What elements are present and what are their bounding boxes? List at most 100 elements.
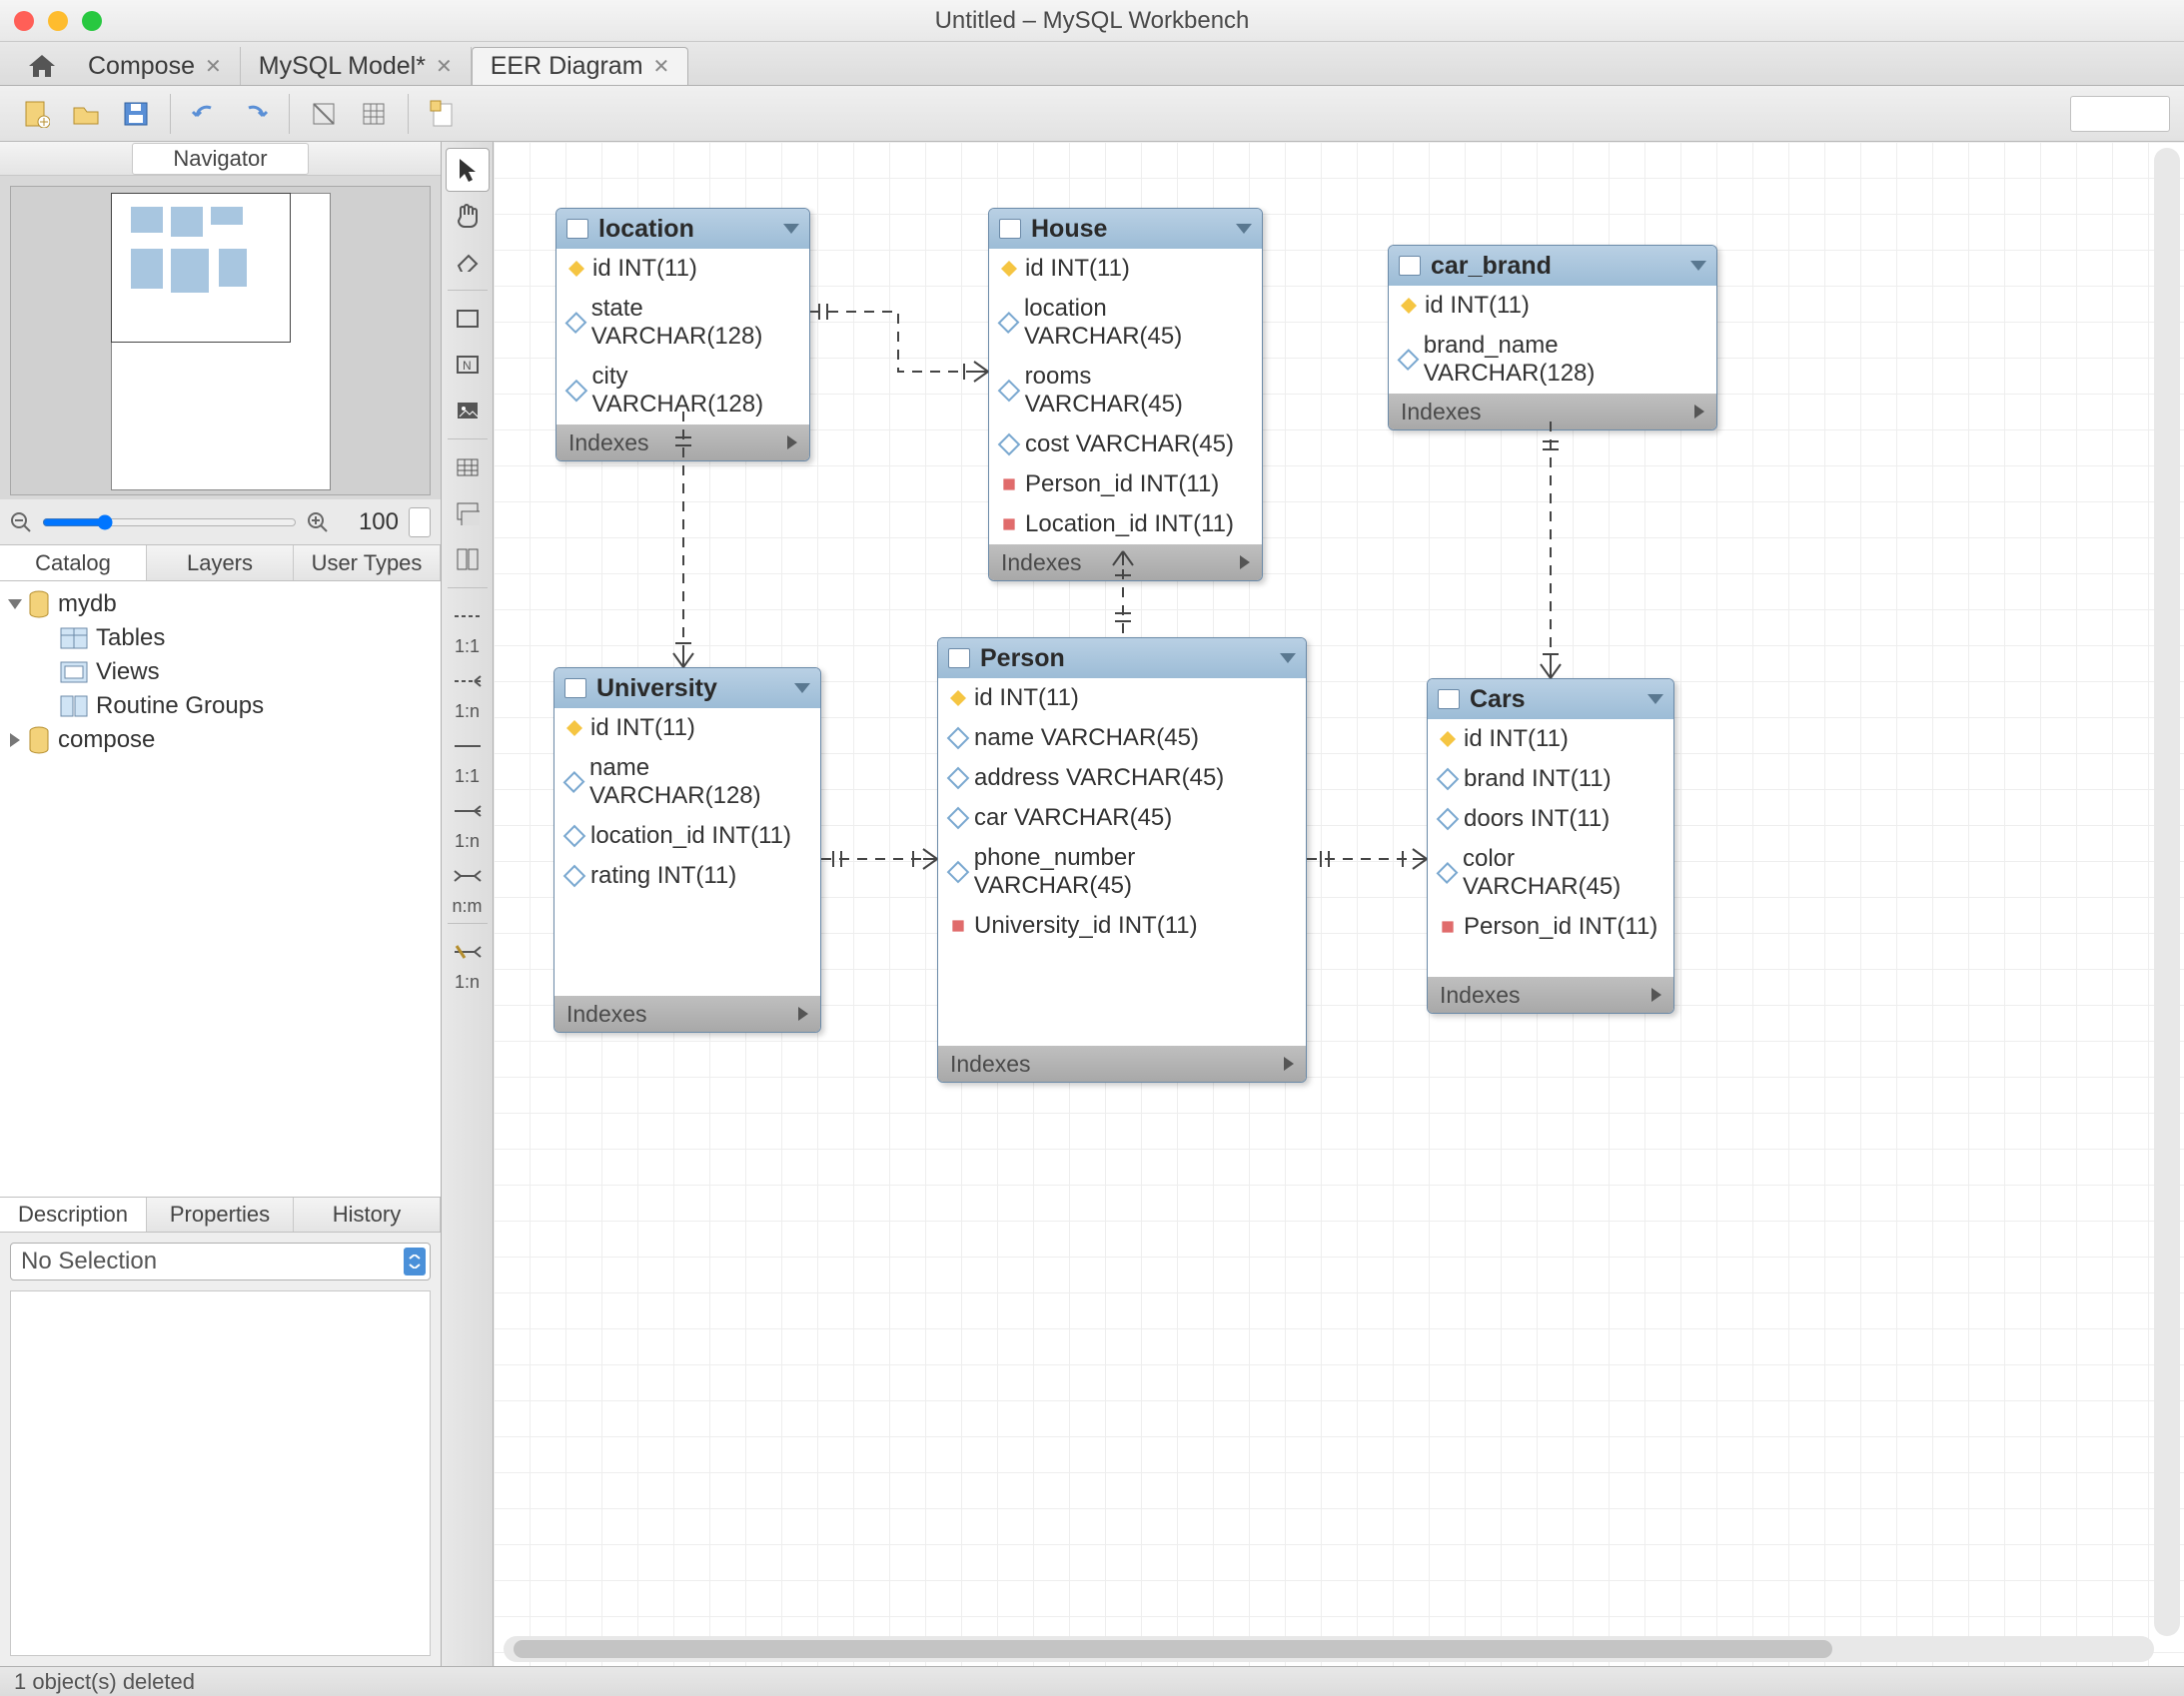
vertical-scrollbar[interactable] xyxy=(2154,148,2180,1636)
rel-1-1-ident-tool[interactable] xyxy=(446,724,490,768)
entity-indexes[interactable]: Indexes xyxy=(1428,977,1673,1013)
column-text: brand INT(11) xyxy=(1464,765,1612,793)
zoom-in-icon[interactable] xyxy=(307,511,329,533)
tab-layers[interactable]: Layers xyxy=(147,545,294,580)
tab-label: Compose xyxy=(88,52,195,81)
entity-cars[interactable]: Cars id INT(11)brand INT(11)doors INT(11… xyxy=(1427,678,1674,1014)
column-icon xyxy=(1398,349,1420,371)
column-row: phone_number VARCHAR(45) xyxy=(938,838,1306,906)
chevron-down-icon[interactable] xyxy=(1236,224,1252,234)
zoom-slider[interactable] xyxy=(42,514,297,530)
tab-eer-diagram[interactable]: EER Diagram ✕ xyxy=(472,47,689,85)
layer-tool[interactable] xyxy=(446,297,490,341)
views-icon xyxy=(60,661,88,683)
rel-1-1-nonident-tool[interactable] xyxy=(446,594,490,638)
window-title: Untitled – MySQL Workbench xyxy=(0,7,2184,35)
home-tab[interactable] xyxy=(14,47,70,85)
pointer-tool[interactable] xyxy=(446,148,490,192)
rel-1-n-ident-tool[interactable] xyxy=(446,789,490,833)
rel-n-m-tool[interactable] xyxy=(446,854,490,898)
rel-icon xyxy=(453,608,483,624)
zoom-value: 100 xyxy=(339,508,399,536)
entity-university[interactable]: University id INT(11)name VARCHAR(128)lo… xyxy=(553,667,821,1033)
tab-label: MySQL Model* xyxy=(259,52,426,81)
entity-car-brand[interactable]: car_brand id INT(11)brand_name VARCHAR(1… xyxy=(1388,245,1717,430)
zoom-stepper[interactable] xyxy=(409,507,431,537)
routine-tool[interactable] xyxy=(446,537,490,581)
table-icon xyxy=(566,219,588,239)
close-icon[interactable]: ✕ xyxy=(436,54,453,79)
save-button[interactable] xyxy=(114,94,158,134)
tree-tables[interactable]: Tables xyxy=(4,621,437,655)
column-row: Person_id INT(11) xyxy=(1428,907,1673,947)
disclosure-icon[interactable] xyxy=(10,733,20,747)
view-tool[interactable] xyxy=(446,491,490,535)
entity-location[interactable]: location id INT(11)state VARCHAR(128)cit… xyxy=(555,208,810,461)
tree-routine-groups[interactable]: Routine Groups xyxy=(4,689,437,723)
tree-label: mydb xyxy=(58,590,117,618)
toggle-grid-button[interactable] xyxy=(302,94,346,134)
rel-existing-cols-tool[interactable] xyxy=(446,930,490,974)
new-document-button[interactable] xyxy=(421,94,465,134)
horizontal-scrollbar[interactable] xyxy=(504,1636,2154,1662)
column-row: location_id INT(11) xyxy=(554,816,820,856)
zoom-out-icon[interactable] xyxy=(10,511,32,533)
tab-history[interactable]: History xyxy=(294,1198,441,1232)
chevron-down-icon[interactable] xyxy=(794,683,810,693)
tab-description[interactable]: Description xyxy=(0,1198,147,1232)
new-file-button[interactable] xyxy=(14,94,58,134)
search-input[interactable] xyxy=(2070,96,2170,132)
eraser-tool[interactable] xyxy=(446,240,490,284)
entity-indexes[interactable]: Indexes xyxy=(1389,394,1716,429)
undo-button[interactable] xyxy=(183,94,227,134)
catalog-tree[interactable]: mydb Tables Views Routine Groups compose xyxy=(0,581,441,1197)
entity-indexes[interactable]: Indexes xyxy=(938,1046,1306,1082)
close-icon[interactable]: ✕ xyxy=(653,54,670,79)
catalog-tabs: Catalog Layers User Types xyxy=(0,545,441,581)
entity-name: Person xyxy=(980,644,1270,673)
chevron-down-icon[interactable] xyxy=(1647,694,1663,704)
tables-icon xyxy=(60,627,88,649)
column-text: id INT(11) xyxy=(592,255,697,283)
tree-db-mydb[interactable]: mydb xyxy=(4,587,437,621)
entity-indexes[interactable]: Indexes xyxy=(989,544,1262,580)
titlebar: Untitled – MySQL Workbench xyxy=(0,0,2184,42)
tab-compose[interactable]: Compose ✕ xyxy=(70,47,241,85)
redo-button[interactable] xyxy=(233,94,277,134)
rel-label: 1:n xyxy=(455,831,480,852)
rel-1-n-nonident-tool[interactable] xyxy=(446,659,490,703)
toggle-grid-align-button[interactable] xyxy=(352,94,396,134)
selection-combo[interactable]: No Selection xyxy=(10,1243,431,1280)
note-icon: N xyxy=(456,355,480,375)
tab-mysql-model[interactable]: MySQL Model* ✕ xyxy=(241,47,472,85)
routine-icon xyxy=(60,695,88,717)
tree-db-compose[interactable]: compose xyxy=(4,723,437,757)
close-icon[interactable]: ✕ xyxy=(205,54,222,79)
chevron-down-icon[interactable] xyxy=(1280,653,1296,663)
tab-user-types[interactable]: User Types xyxy=(294,545,441,580)
column-text: state VARCHAR(128) xyxy=(591,295,797,351)
entity-indexes[interactable]: Indexes xyxy=(554,996,820,1032)
note-tool[interactable]: N xyxy=(446,343,490,387)
tab-catalog[interactable]: Catalog xyxy=(0,545,147,580)
open-file-button[interactable] xyxy=(64,94,108,134)
tree-views[interactable]: Views xyxy=(4,655,437,689)
description-textarea[interactable] xyxy=(10,1290,431,1656)
table-icon xyxy=(564,678,586,698)
entity-indexes[interactable]: Indexes xyxy=(556,424,809,460)
hand-tool[interactable] xyxy=(446,194,490,238)
column-row: brand_name VARCHAR(128) xyxy=(1389,326,1716,394)
entity-house[interactable]: House id INT(11)location VARCHAR(45)room… xyxy=(988,208,1263,581)
chevron-down-icon[interactable] xyxy=(1690,261,1706,271)
minimap[interactable] xyxy=(10,186,431,495)
disclosure-icon[interactable] xyxy=(8,599,22,609)
column-row: id INT(11) xyxy=(554,708,820,748)
tab-properties[interactable]: Properties xyxy=(147,1198,294,1232)
chevron-down-icon[interactable] xyxy=(783,224,799,234)
document-icon xyxy=(430,100,456,128)
image-tool[interactable] xyxy=(446,389,490,432)
entity-person[interactable]: Person id INT(11)name VARCHAR(45)address… xyxy=(937,637,1307,1083)
eer-canvas[interactable]: location id INT(11)state VARCHAR(128)cit… xyxy=(494,142,2184,1666)
table-tool[interactable] xyxy=(446,445,490,489)
rel-icon xyxy=(453,738,483,754)
